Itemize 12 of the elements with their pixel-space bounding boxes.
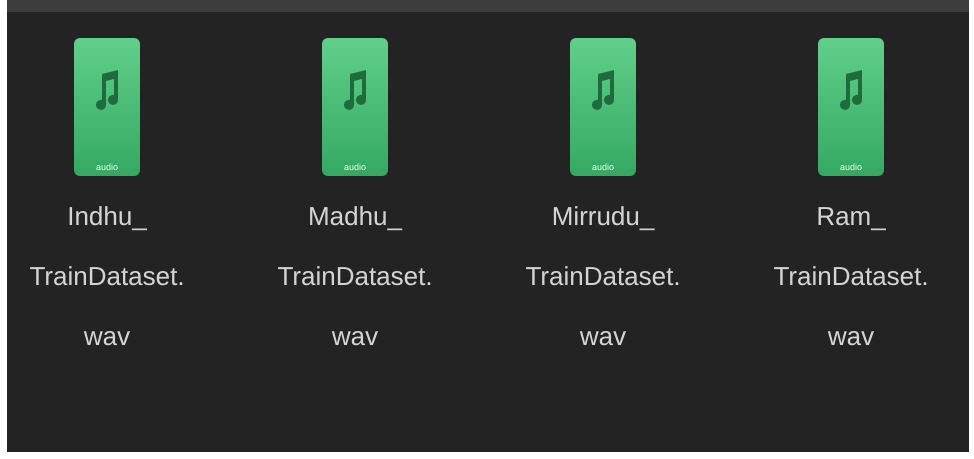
file-item[interactable]: audio Indhu_ TrainDataset. wav — [7, 38, 207, 366]
file-item[interactable]: audio Madhu_ TrainDataset. wav — [255, 38, 455, 366]
file-item[interactable]: audio Ram_ TrainDataset. wav — [751, 38, 951, 366]
icon-caption: audio — [96, 163, 118, 172]
file-name: Indhu_ TrainDataset. wav — [29, 200, 185, 353]
file-name: Ram_ TrainDataset. wav — [773, 200, 929, 353]
file-item[interactable]: audio Mirrudu_ TrainDataset. wav — [503, 38, 703, 366]
file-name: Mirrudu_ TrainDataset. wav — [525, 200, 681, 353]
icon-caption: audio — [592, 163, 614, 172]
icon-caption: audio — [344, 163, 366, 172]
file-name: Madhu_ TrainDataset. wav — [277, 200, 433, 353]
icon-caption: audio — [840, 163, 862, 172]
